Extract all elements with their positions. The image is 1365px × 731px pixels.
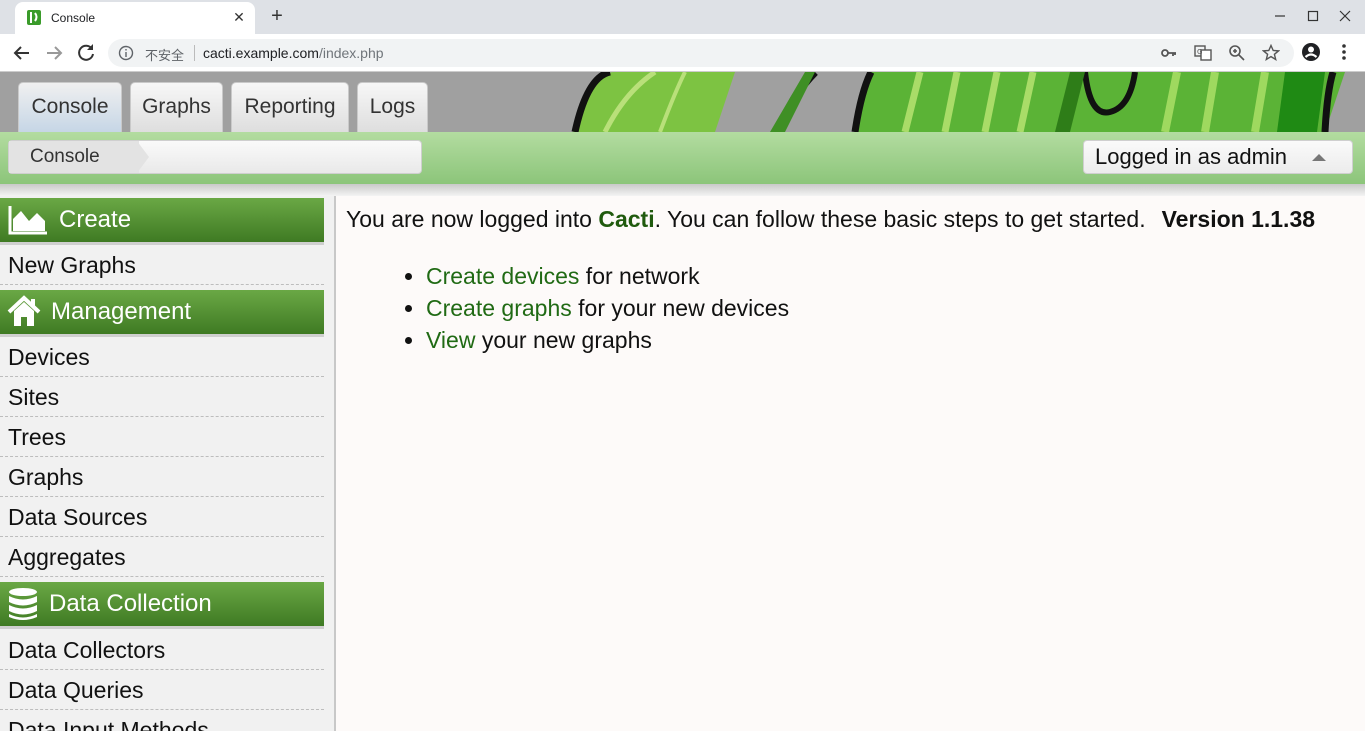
cacti-brand-text: Cacti bbox=[598, 206, 655, 232]
breadcrumb: Console bbox=[8, 140, 422, 174]
sidebar-item-data-input-methods[interactable]: Data Input Methods bbox=[0, 711, 324, 731]
close-tab-icon[interactable]: ✕ bbox=[231, 9, 247, 25]
navigation-bar: Console Logged in as admin bbox=[0, 132, 1365, 184]
key-icon[interactable] bbox=[1160, 44, 1178, 62]
cacti-favicon-icon bbox=[27, 10, 41, 25]
insecure-label: 不安全 bbox=[145, 48, 185, 63]
reload-icon[interactable] bbox=[74, 41, 98, 65]
header-shadow bbox=[0, 184, 1365, 196]
url-path: /index.php bbox=[318, 45, 384, 61]
step-text: for network bbox=[579, 263, 700, 289]
view-graphs-link[interactable]: View bbox=[426, 327, 475, 353]
user-label: Logged in as admin bbox=[1095, 144, 1288, 169]
minimize-icon[interactable] bbox=[1268, 6, 1292, 26]
url-host: cacti.example.com bbox=[203, 45, 319, 61]
caret-up-icon bbox=[1312, 154, 1326, 161]
section-create[interactable]: Create bbox=[0, 198, 324, 245]
home-icon bbox=[7, 295, 41, 326]
section-data-collection-label: Data Collection bbox=[49, 590, 212, 617]
sidebar-item-trees[interactable]: Trees bbox=[0, 418, 324, 457]
database-icon bbox=[9, 588, 37, 620]
welcome-message: You are now logged into Cacti. You can f… bbox=[346, 206, 1315, 233]
list-item: Create graphs for your new devices bbox=[426, 292, 789, 324]
list-item: Create devices for network bbox=[426, 260, 789, 292]
tab-graphs[interactable]: Graphs bbox=[130, 82, 223, 132]
intro-prefix: You are now logged into bbox=[346, 206, 599, 232]
sidebar-item-devices[interactable]: Devices bbox=[0, 338, 324, 377]
section-data-collection[interactable]: Data Collection bbox=[0, 582, 324, 629]
cactus-banner-image bbox=[571, 72, 1345, 132]
breadcrumb-console[interactable]: Console bbox=[9, 141, 139, 173]
sidebar-item-graphs[interactable]: Graphs bbox=[0, 458, 324, 497]
main-content: You are now logged into Cacti. You can f… bbox=[336, 196, 1365, 731]
version-label: Version 1.1.38 bbox=[1161, 206, 1316, 232]
section-management-label: Management bbox=[51, 298, 192, 325]
browser-tab-title: Console bbox=[51, 11, 96, 25]
tab-logs[interactable]: Logs bbox=[357, 82, 428, 132]
sidebar-item-data-sources[interactable]: Data Sources bbox=[0, 498, 324, 537]
section-management[interactable]: Management bbox=[0, 290, 324, 337]
intro-suffix: . You can follow these basic steps to ge… bbox=[654, 206, 1146, 232]
cacti-header: Console Graphs Reporting Logs bbox=[0, 72, 1365, 132]
browser-tab-strip: Console ✕ + bbox=[0, 0, 1365, 34]
translate-icon[interactable]: G bbox=[1194, 44, 1212, 62]
star-icon[interactable] bbox=[1262, 44, 1280, 62]
browser-toolbar: 不安全 cacti.example.com/index.php G bbox=[0, 34, 1365, 72]
forward-arrow-icon[interactable] bbox=[42, 41, 66, 65]
sidebar-item-data-queries[interactable]: Data Queries bbox=[0, 671, 324, 710]
getting-started-list: Create devices for network Create graphs… bbox=[396, 260, 789, 356]
new-tab-button[interactable]: + bbox=[266, 6, 288, 28]
create-devices-link[interactable]: Create devices bbox=[426, 263, 579, 289]
sidebar: Create New Graphs Management Devices Sit… bbox=[0, 196, 336, 731]
menu-icon[interactable] bbox=[1333, 41, 1355, 63]
step-text: your new graphs bbox=[475, 327, 652, 353]
account-icon[interactable] bbox=[1300, 41, 1322, 63]
back-arrow-icon[interactable] bbox=[10, 41, 34, 65]
breadcrumb-arrow bbox=[137, 141, 149, 173]
create-graphs-link[interactable]: Create graphs bbox=[426, 295, 572, 321]
list-item: View your new graphs bbox=[426, 324, 789, 356]
section-create-label: Create bbox=[59, 206, 132, 233]
step-text: for your new devices bbox=[571, 295, 790, 321]
tab-console[interactable]: Console bbox=[18, 82, 122, 132]
address-separator bbox=[194, 45, 195, 61]
sidebar-item-data-collectors[interactable]: Data Collectors bbox=[0, 631, 324, 670]
close-window-icon[interactable] bbox=[1333, 6, 1357, 26]
url-text[interactable]: cacti.example.com/index.php bbox=[203, 45, 384, 61]
svg-text:G: G bbox=[1197, 48, 1202, 56]
browser-tab[interactable]: Console ✕ bbox=[15, 2, 255, 34]
sidebar-item-aggregates[interactable]: Aggregates bbox=[0, 538, 324, 577]
address-bar[interactable]: 不安全 cacti.example.com/index.php G bbox=[108, 39, 1294, 67]
area-chart-icon bbox=[8, 206, 47, 235]
sidebar-item-sites[interactable]: Sites bbox=[0, 378, 324, 417]
maximize-icon[interactable] bbox=[1301, 6, 1325, 26]
sidebar-item-new-graphs[interactable]: New Graphs bbox=[0, 246, 324, 285]
zoom-icon[interactable] bbox=[1228, 44, 1246, 62]
user-menu-button[interactable]: Logged in as admin bbox=[1083, 140, 1353, 174]
info-icon[interactable] bbox=[118, 45, 134, 61]
tab-reporting[interactable]: Reporting bbox=[231, 82, 349, 132]
